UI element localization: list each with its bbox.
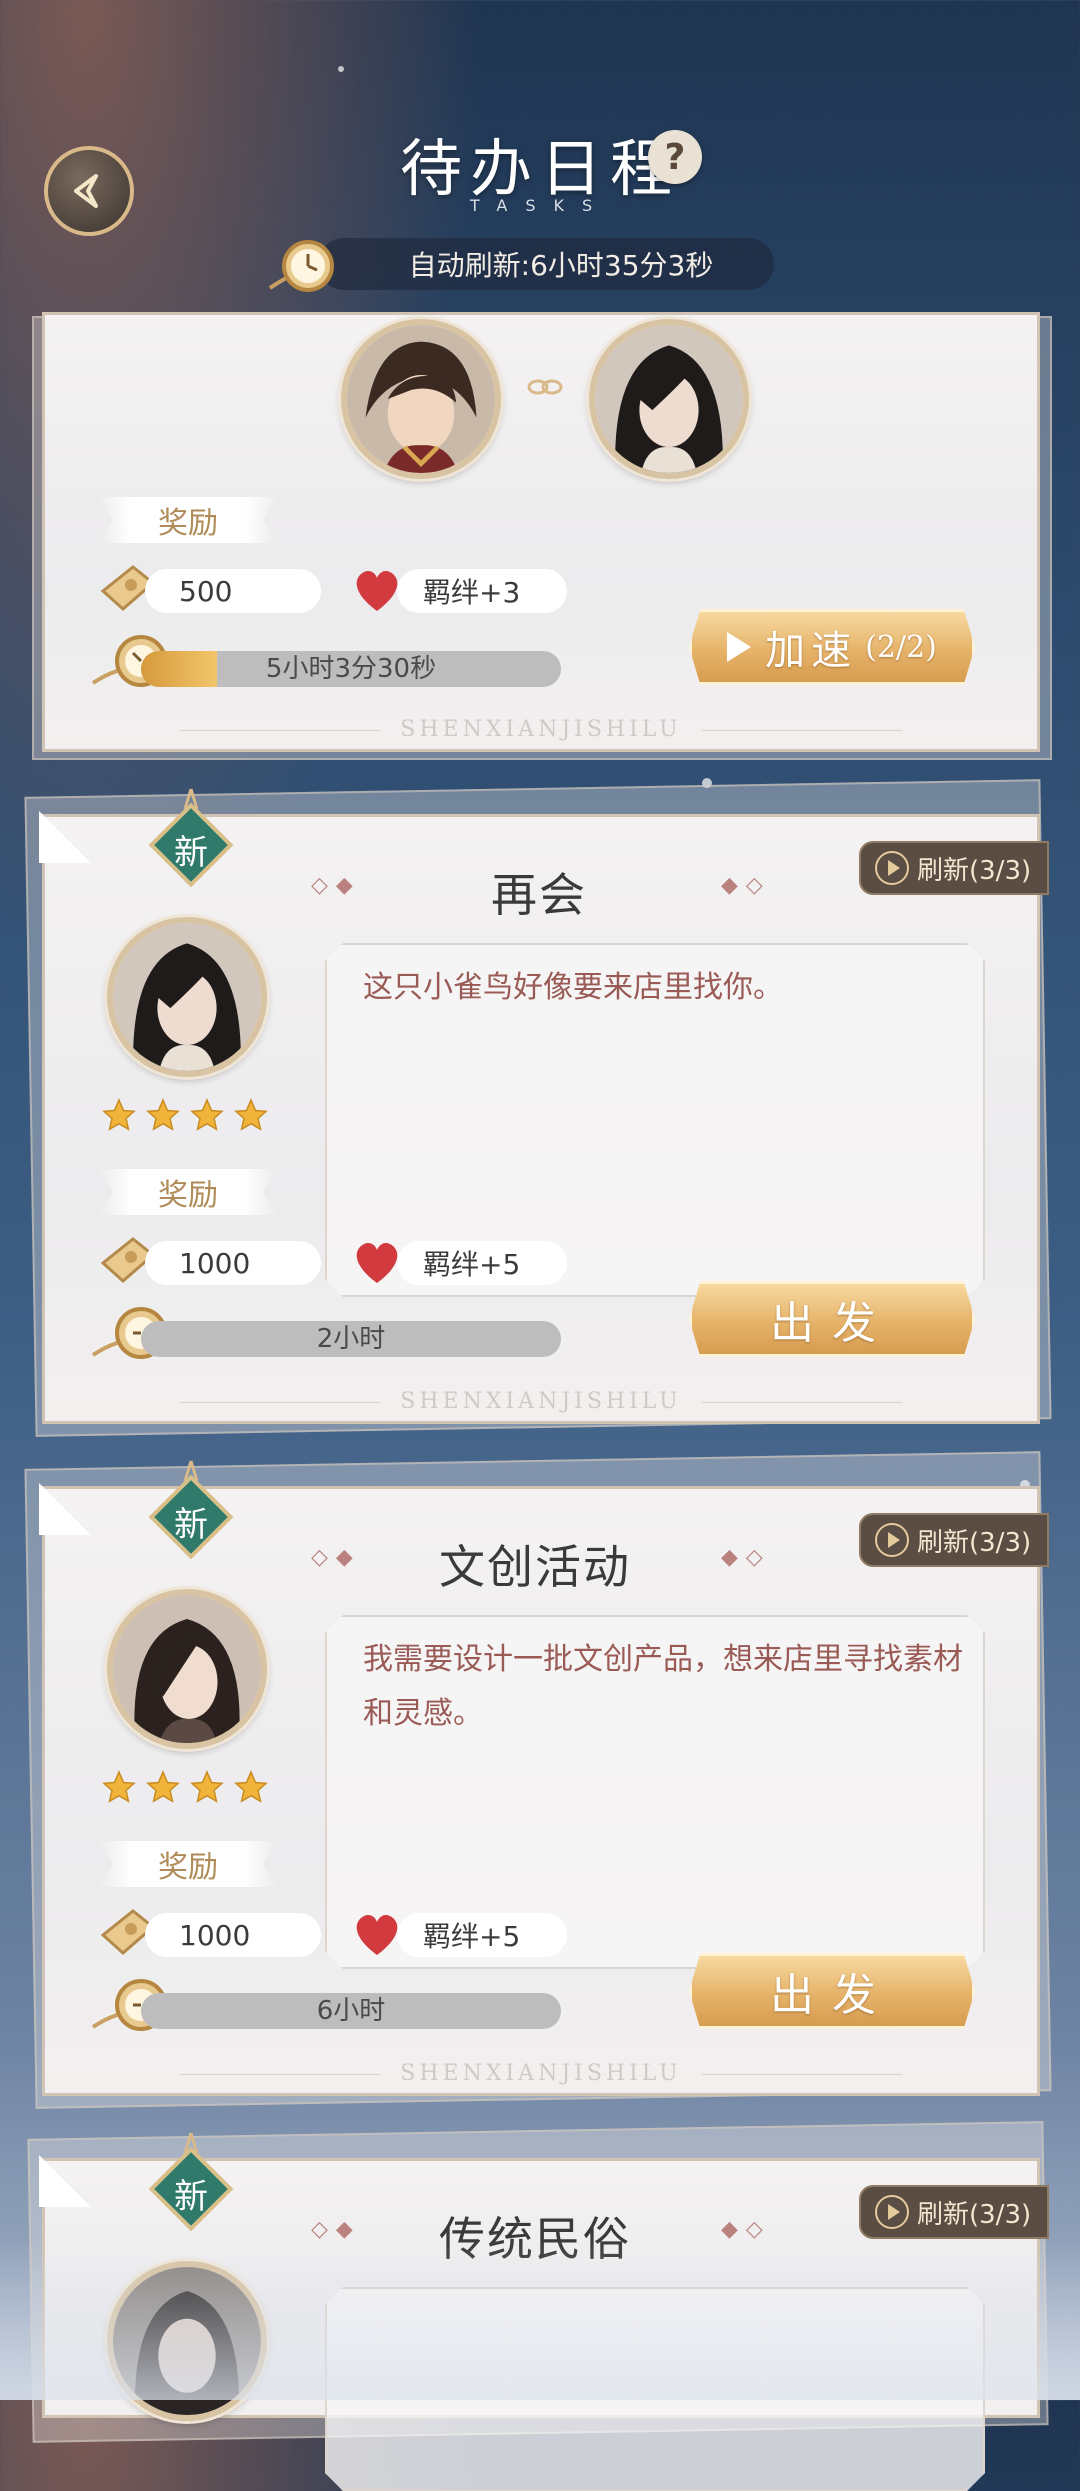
refresh-play-icon [875, 851, 909, 885]
page-title: 待办日程 [399, 132, 680, 205]
refresh-mission-button[interactable]: 刷新(3/3) [859, 2185, 1049, 2239]
auto-refresh-timer: 自动刷新:6小时35分3秒 [318, 238, 774, 290]
bond-amount: 羁绊+5 [423, 1920, 521, 1953]
mission-card: 新 ◇◆ 文创活动 ◆◇ 刷新(3/3) 我需要设计一批文创产品，想来店里寻找素… [39, 1460, 1049, 2096]
mission-description: 我需要设计一批文创产品，想来店里寻找素材和灵感。 [363, 1642, 963, 1731]
title-decoration-left: ◇◆ [311, 873, 361, 898]
page-subtitle: TASKS [469, 196, 611, 215]
mission-title: 再会 [491, 868, 587, 922]
watermark: SHENXIANJISHILU [45, 2061, 1037, 2086]
star-icon [102, 1098, 136, 1131]
link-chain-icon [527, 379, 563, 395]
mission-avatar [107, 917, 267, 1077]
coin-amount: 1000 [179, 1246, 251, 1280]
coin-reward: 1000 [145, 1241, 321, 1285]
star-icon [190, 1770, 224, 1803]
new-badge-label: 新 [174, 1505, 208, 1545]
speed-up-count: (2/2) [865, 629, 937, 665]
star-icon [234, 1098, 268, 1131]
star-icon [146, 1098, 180, 1131]
star-rating [101, 1769, 269, 1805]
depart-button[interactable]: 出发 [689, 1281, 975, 1357]
reward-label: 奖励 [99, 1169, 277, 1215]
star-icon [146, 1770, 180, 1803]
avatar-female-character [589, 319, 749, 479]
depart-button[interactable]: 出发 [689, 1953, 975, 2029]
bottom-fade [0, 2240, 1080, 2400]
speed-up-label: 加速 [765, 628, 858, 674]
task-progress-bar: 5小时3分30秒 [141, 651, 561, 687]
refresh-count: 刷新(3/3) [917, 1527, 1032, 1558]
star-icon [102, 1770, 136, 1803]
mission-duration-bar: 6小时 [141, 1993, 561, 2029]
coin-reward: 1000 [145, 1913, 321, 1957]
refresh-mission-button[interactable]: 刷新(3/3) [859, 841, 1049, 895]
watermark: SHENXIANJISHILU [45, 717, 1037, 742]
active-task-card: 奖励 500 羁绊+3 5小时3分30秒 加速 (2/2) SHENXIANJI… [42, 312, 1040, 752]
coin-amount: 500 [179, 574, 233, 608]
depart-label: 出发 [770, 1298, 894, 1349]
mission-avatar [107, 1589, 267, 1749]
star-icon [234, 1770, 268, 1803]
refresh-play-icon [875, 2195, 909, 2229]
star-icon [190, 1098, 224, 1131]
title-decoration-left: ◇◆ [311, 2217, 361, 2242]
heart-icon [356, 1915, 398, 1955]
bond-amount: 羁绊+3 [423, 576, 521, 609]
star-rating [101, 1097, 269, 1133]
heart-icon [356, 1243, 398, 1283]
avatar-male-character [341, 319, 501, 479]
heart-icon [356, 571, 398, 611]
bond-reward: 羁绊+5 [397, 1241, 567, 1285]
mission-card: 新 ◇◆ 再会 ◆◇ 刷新(3/3) 这只小雀鸟好像要来店里找你。 奖励 100… [39, 788, 1049, 1424]
title-decoration-right: ◆◇ [721, 2217, 771, 2242]
refresh-count: 刷新(3/3) [917, 855, 1032, 886]
mission-duration: 2小时 [316, 1324, 386, 1354]
auto-refresh-label: 自动刷新:6小时35分3秒 [408, 249, 714, 282]
bond-reward: 羁绊+3 [397, 569, 567, 613]
depart-label: 出发 [770, 1970, 894, 2021]
refresh-play-icon [875, 1523, 909, 1557]
help-icon[interactable]: ? [648, 130, 702, 184]
coin-amount: 1000 [179, 1918, 251, 1952]
reward-label: 奖励 [99, 497, 277, 543]
coin-reward: 500 [145, 569, 321, 613]
mission-description: 这只小雀鸟好像要来店里找你。 [363, 970, 783, 1005]
refresh-mission-button[interactable]: 刷新(3/3) [859, 1513, 1049, 1567]
task-timer: 5小时3分30秒 [265, 654, 437, 684]
corner-decoration [39, 2155, 91, 2207]
new-badge-label: 新 [174, 2177, 208, 2217]
corner-decoration [39, 1483, 91, 1535]
watermark: SHENXIANJISHILU [45, 1389, 1037, 1414]
title-decoration-right: ◆◇ [721, 1545, 771, 1570]
new-badge-label: 新 [174, 833, 208, 873]
bond-reward: 羁绊+5 [397, 1913, 567, 1957]
refresh-count: 刷新(3/3) [917, 2199, 1032, 2230]
corner-decoration [39, 811, 91, 863]
pocket-watch-icon [268, 240, 334, 292]
bond-amount: 羁绊+5 [423, 1248, 521, 1281]
mission-title: 文创活动 [439, 1540, 631, 1594]
mission-duration: 6小时 [316, 1996, 386, 2026]
speed-up-button[interactable]: 加速 (2/2) [689, 609, 975, 685]
title-decoration-right: ◆◇ [721, 873, 771, 898]
reward-label: 奖励 [99, 1841, 277, 1887]
play-icon [727, 632, 752, 662]
title-decoration-left: ◇◆ [311, 1545, 361, 1570]
mission-duration-bar: 2小时 [141, 1321, 561, 1357]
